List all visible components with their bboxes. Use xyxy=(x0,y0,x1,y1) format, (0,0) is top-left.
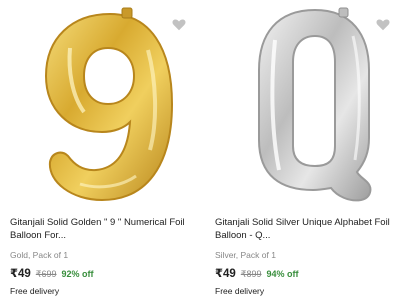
product-title[interactable]: Gitanjali Solid Silver Unique Alphabet F… xyxy=(215,216,399,242)
product-card-silver-q[interactable]: Gitanjali Solid Silver Unique Alphabet F… xyxy=(200,0,400,305)
price-row: ₹49 ₹899 94% off xyxy=(215,266,299,280)
product-image-silver-q-balloon[interactable] xyxy=(215,0,400,206)
product-variant: Gold, Pack of 1 xyxy=(10,250,69,260)
wishlist-heart-icon[interactable] xyxy=(172,18,186,32)
discount-badge: 94% off xyxy=(266,269,299,279)
product-title-line-1: Gitanjali Solid Silver Unique Alphabet F… xyxy=(215,217,390,228)
price-row: ₹49 ₹699 92% off xyxy=(10,266,94,280)
discount-badge: 92% off xyxy=(61,269,94,279)
product-title[interactable]: Gitanjali Solid Golden " 9 " Numerical F… xyxy=(10,216,194,242)
product-card-golden-9[interactable]: Gitanjali Solid Golden " 9 " Numerical F… xyxy=(0,0,200,305)
product-variant: Silver, Pack of 1 xyxy=(215,250,276,260)
product-grid: Gitanjali Solid Golden " 9 " Numerical F… xyxy=(0,0,400,305)
product-title-line-2: Balloon For... xyxy=(10,230,66,241)
wishlist-heart-icon[interactable] xyxy=(376,18,390,32)
product-title-line-2: Balloon - Q... xyxy=(215,230,271,241)
product-title-line-1: Gitanjali Solid Golden " 9 " Numerical F… xyxy=(10,217,185,228)
original-price: ₹699 xyxy=(35,269,57,279)
selling-price: ₹49 xyxy=(10,268,31,280)
delivery-info: Free delivery xyxy=(10,286,60,296)
original-price: ₹899 xyxy=(240,269,262,279)
delivery-info: Free delivery xyxy=(215,286,265,296)
selling-price: ₹49 xyxy=(215,268,236,280)
